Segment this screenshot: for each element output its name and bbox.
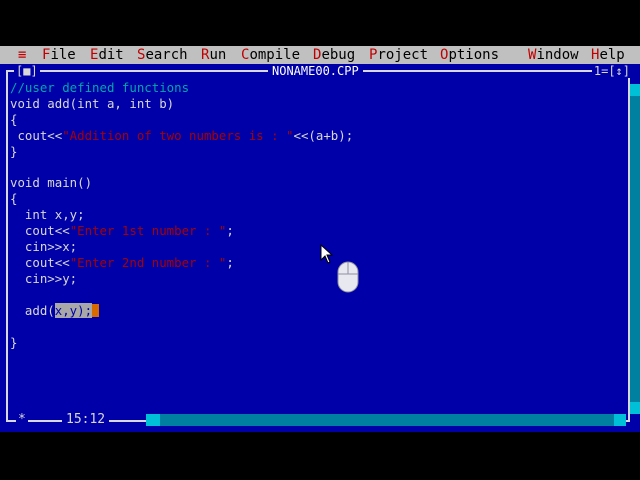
code-line-12-string: "Enter 2nd number : " [69,254,227,270]
code-line-4-string: "Addition of two numbers is : " [62,127,294,143]
code-line-9: int x,y; [10,207,85,223]
code-line-4-pre: cout<< [10,127,63,143]
code-line-15-pre: add( [10,302,55,318]
vertical-scrollbar[interactable] [630,84,640,414]
code-line-13: cin>>y; [10,270,78,286]
code-line-2: void add(int a, int b) [10,95,175,111]
code-line-3: { [10,111,18,127]
scroll-down-arrow-icon[interactable] [630,402,640,414]
code-line-10-pre: cout<< [10,223,70,239]
system-menu[interactable]: ≡ [18,46,26,64]
cursor-position: 15:12 [62,412,110,428]
menu-window[interactable]: Window [528,46,579,64]
scroll-up-arrow-icon[interactable] [630,84,640,96]
code-line-15: add(x,y); [10,302,100,318]
menu-options[interactable]: Options [440,46,499,64]
menu-project-label: roject [377,47,429,63]
menu-edit[interactable]: Edit [90,46,124,64]
code-line-8: { [10,191,18,207]
menu-compile-label: ompile [249,47,301,63]
modified-indicator: * [16,412,28,428]
code-line-12-pre: cout<< [10,254,70,270]
window-title: NONAME00.CPP [268,64,363,78]
menu-search-label: earch [145,47,188,63]
code-line-4-post: <<(a+b); [293,127,354,143]
mouse-pointer-icon [320,244,334,264]
text-cursor [92,303,100,317]
selected-text: x,y); [54,302,93,318]
bottom-black-area [0,432,640,480]
code-line-7: void main() [10,175,93,191]
menu-run[interactable]: Run [201,46,226,64]
code-line-10-post: ; [226,223,234,239]
menu-project[interactable]: Project [369,46,428,64]
menu-bar: ≡ File Edit Search Run Compile Debug Pro… [0,46,640,64]
horizontal-scrollbar[interactable] [146,414,624,426]
window-close-button[interactable]: [■] [14,64,40,78]
scroll-right-arrow-icon[interactable] [614,414,626,426]
code-line-5: } [10,143,18,159]
menu-debug[interactable]: Debug [313,46,355,64]
mouse-device-icon [337,261,359,293]
code-line-1: //user defined functions [10,80,190,95]
code-line-10-string: "Enter 1st number : " [69,223,227,239]
code-line-10: cout<<"Enter 1st number : "; [10,223,234,238]
scroll-left-arrow-icon[interactable] [146,414,160,426]
menu-file[interactable]: File [42,46,76,64]
code-line-12: cout<<"Enter 2nd number : "; [10,255,234,270]
menu-search[interactable]: Search [137,46,188,64]
window-number-zoom[interactable]: 1=[↕] [591,64,632,78]
menu-run-label: un [209,47,227,63]
code-line-12-post: ; [226,254,234,270]
menu-window-label: indow [536,47,579,63]
menu-help-label: elp [599,47,625,63]
menu-compile[interactable]: Compile [241,46,300,64]
menu-file-label: ile [50,47,76,63]
menu-edit-label: dit [98,47,124,63]
menu-debug-label: ebug [321,47,356,63]
menu-options-label: ptions [448,47,500,63]
menu-help[interactable]: Help [591,46,625,64]
code-line-11: cin>>x; [10,239,78,255]
code-area[interactable]: //user defined functions void add(int a,… [10,80,353,350]
code-line-17: } [10,334,18,350]
code-line-4: cout<<"Addition of two numbers is : "<<(… [10,128,353,143]
